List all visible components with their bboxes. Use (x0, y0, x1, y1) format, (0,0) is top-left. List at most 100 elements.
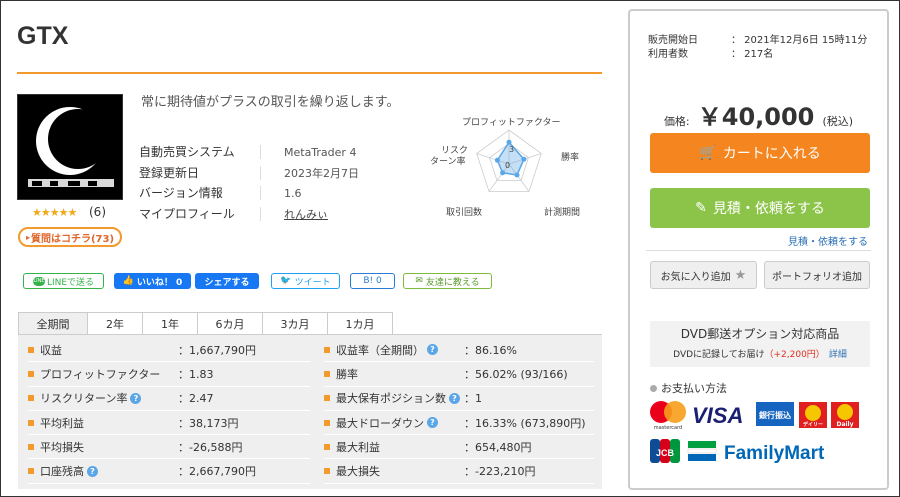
orange-square-icon (324, 370, 330, 377)
stat-value: ：56.02% (93/166) (464, 367, 568, 381)
info-value: 1.6 (284, 186, 302, 200)
help-icon[interactable]: ? (87, 465, 98, 477)
tweet-label: ツイート (294, 277, 331, 288)
dvd-detail-link[interactable]: 詳細 (829, 350, 847, 360)
orange-square-icon (324, 419, 330, 426)
stat-value: ：38,173円 (178, 416, 239, 430)
orange-square-icon (324, 443, 330, 450)
radar-scale-label-high: 3 (509, 145, 514, 154)
familymart-text: FamilyMart (724, 443, 825, 464)
price-label: 価格: (663, 115, 690, 128)
add-to-cart-button[interactable]: 🛒 カートに入れる (650, 133, 870, 173)
dvd-sub-text: DVDに記録してお届け (673, 350, 765, 360)
info-key: バージョン情報 (139, 186, 261, 201)
stat-row: 収益率（全期間）? ：86.16% (324, 338, 594, 363)
orange-square-icon (324, 346, 330, 353)
help-icon[interactable]: ? (427, 417, 438, 429)
mail-icon: ✉ (415, 276, 423, 286)
stat-label: 平均利益 (40, 416, 84, 430)
info-key: 登録更新日 (139, 165, 261, 180)
stat-label: 収益 (40, 343, 62, 357)
tab-1y[interactable]: 1年 (142, 312, 198, 334)
radar-point-win-rate (521, 156, 527, 162)
help-icon[interactable]: ? (427, 344, 438, 356)
stat-row: プロフィットファクター ：1.83 (28, 362, 310, 387)
radar-scale-label-low: 0 (505, 161, 510, 170)
stat-label: 最大利益 (336, 440, 380, 454)
info-key: マイプロフィール (139, 206, 261, 221)
radar-label-risk-return-1: リスク (441, 145, 468, 156)
users-value: ： 217名 (731, 48, 774, 60)
stat-value: ：2,667,790円 (178, 465, 256, 479)
facebook-like-button[interactable]: 👍 いいね！ 0 (114, 273, 191, 289)
tab-3m[interactable]: 3カ月 (262, 312, 328, 334)
info-row-system: 自動売買システム MetaTrader 4 (139, 142, 359, 163)
period-tabs: 全期間 2年 1年 6カ月 3カ月 1カ月 (18, 312, 393, 334)
thumbs-up-icon: 👍 (122, 276, 134, 286)
tweet-button[interactable]: 🐦 ツイート (271, 273, 340, 289)
stat-value: ：2.47 (178, 392, 214, 406)
info-row-profile: マイプロフィール れんみぃ (139, 204, 359, 225)
price-value: ￥40,000 (697, 103, 815, 131)
bank-transfer-text: 銀行振込 (758, 410, 791, 420)
sale-start-value: ： 2021年12月6日 15時11分 (731, 34, 868, 46)
stat-row: 最大保有ポジション数? ：1 (324, 387, 594, 411)
purchase-sidebar: 販売開始日 ： 2021年12月6日 15時11分 利用者数 ： 217名 価格… (628, 9, 889, 490)
payment-logos-row-1: mastercard VISA 銀行振込 デイリー Daily (648, 399, 870, 431)
stat-label: プロフィットファクター (40, 367, 161, 381)
help-icon[interactable]: ? (449, 392, 460, 404)
info-row-updated: 登録更新日 2023年2月7日 (139, 163, 359, 184)
tab-all[interactable]: 全期間 (18, 312, 88, 334)
stat-row: 最大利益 ：654,480円 (324, 435, 594, 460)
stat-label: 最大ドローダウン (336, 416, 424, 430)
dvd-option-subtext: DVDに記録してお届け（+2,200円） 詳細 (650, 347, 870, 360)
cart-icon: 🛒 (699, 145, 717, 161)
line-share-button[interactable]: LINE LINEで送る (23, 273, 104, 289)
question-button-label: 質問はコチラ(73) (30, 233, 115, 245)
stat-value: ：1,667,790円 (178, 343, 256, 357)
radar-label-risk-return-2: ターン率 (430, 155, 466, 167)
payment-methods-title: お支払い方法 (650, 380, 727, 396)
orange-square-icon (324, 395, 330, 402)
twitter-bird-icon: 🐦 (280, 276, 292, 286)
stat-row: リスクリターン率? ：2.47 (28, 387, 310, 411)
rating-count: (6) (89, 205, 106, 219)
rating-stars: ★★★★★ (32, 206, 77, 219)
daily-yamazaki-text: デイリー (803, 421, 823, 428)
facebook-share-button[interactable]: シェアする (195, 273, 259, 289)
stat-value: ：-223,210円 (464, 465, 536, 479)
stat-value: ：86.16% (464, 343, 517, 357)
orange-square-icon (28, 346, 34, 353)
hatena-bookmark-button[interactable]: B! 0 (350, 273, 395, 289)
dvd-option-title: DVD郵送オプション対応商品 (680, 327, 840, 341)
dvd-sub-price: （+2,200円） (764, 350, 825, 360)
stat-row: 平均利益 ：38,173円 (28, 411, 310, 436)
radar-point-trades (500, 170, 506, 176)
add-favorite-button[interactable]: お気に入り追加 ★ (650, 261, 757, 289)
radar-label-period: 計測期間 (544, 206, 580, 218)
tab-2y[interactable]: 2年 (87, 312, 143, 334)
price-tax: (税込) (822, 115, 854, 128)
stats-panel: 収益 ：1,667,790円 プロフィットファクター ：1.83 リスクリターン率? ：2… (18, 334, 602, 489)
tell-friend-label: 友達に教える (425, 277, 480, 288)
question-button[interactable]: ▸ 質問はコチラ(73) (18, 227, 122, 247)
tell-friend-button[interactable]: ✉ 友達に教える (403, 273, 492, 289)
info-value: MetaTrader 4 (284, 145, 357, 159)
stat-row: 最大ドローダウン? ：16.33% (673,890円) (324, 411, 594, 436)
tab-1m[interactable]: 1カ月 (327, 312, 393, 334)
stat-label: 収益率（全期間） (336, 343, 424, 357)
help-icon[interactable]: ? (130, 392, 142, 404)
profile-link[interactable]: れんみぃ (261, 206, 328, 222)
payment-title-label: お支払い方法 (661, 382, 727, 395)
stat-row: 勝率 ：56.02% (93/166) (324, 362, 594, 387)
quote-request-link[interactable]: 見積・依頼をする (788, 233, 868, 248)
quote-request-button[interactable]: ✎ 見積・依頼をする (650, 188, 870, 228)
stat-value: ：1 (464, 392, 482, 406)
stat-row: 収益 ：1,667,790円 (28, 338, 310, 363)
add-portfolio-button[interactable]: ポートフォリオ追加 (764, 261, 870, 289)
product-title: GTX (17, 22, 69, 50)
radar-label-profit-factor: プロフィットファクター (462, 117, 560, 128)
info-row-version: バージョン情報 1.6 (139, 183, 359, 204)
bullet-dot-icon (650, 384, 657, 392)
tab-6m[interactable]: 6カ月 (197, 312, 263, 334)
